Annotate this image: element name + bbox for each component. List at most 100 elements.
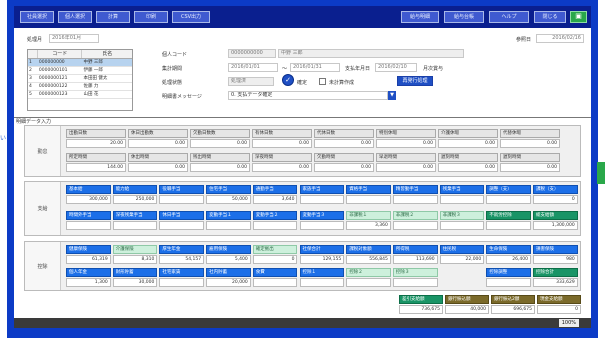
summary-item-value[interactable]: 736,675 xyxy=(399,305,443,314)
payment-item-value[interactable] xyxy=(159,221,205,230)
payment-item-value[interactable]: 0 xyxy=(533,195,578,204)
payment-item-value[interactable] xyxy=(206,221,251,230)
attendance-item-label: 深夜時間 xyxy=(252,153,312,162)
attendance-item-value[interactable]: 0.00 xyxy=(438,139,498,148)
payment-item-value[interactable] xyxy=(439,221,485,230)
payment-item-value[interactable] xyxy=(159,195,205,204)
ref-date-field[interactable]: 2016/02/16 xyxy=(536,34,584,43)
payment-item-value[interactable] xyxy=(252,221,298,230)
deduction-item-value[interactable]: 22,000 xyxy=(439,255,485,264)
deduction-item-value[interactable]: 54,157 xyxy=(159,255,205,264)
payment-item-label: 総支給額 xyxy=(533,211,578,220)
tab-detail-input[interactable]: 明細データ入力 xyxy=(16,118,51,125)
side-panel-tab[interactable] xyxy=(597,162,605,184)
calc-to-field[interactable]: 2016/01/31 xyxy=(290,63,340,72)
toolbar-button-calculate[interactable]: 計算 xyxy=(96,11,130,23)
deduction-item-value[interactable]: 5,400 xyxy=(206,255,251,264)
payment-item-value[interactable] xyxy=(299,221,345,230)
deduction-item-value[interactable]: 61,319 xyxy=(66,255,111,264)
period-select[interactable]: 2016年01月 xyxy=(49,34,99,43)
deduction-item-value[interactable] xyxy=(486,278,531,287)
toolbar-button-help[interactable]: ヘルプ xyxy=(489,11,529,23)
attendance-item-value[interactable]: 0.00 xyxy=(314,139,374,148)
attendance-item-value[interactable]: 0.00 xyxy=(376,139,436,148)
deduction-item-value[interactable] xyxy=(392,278,438,287)
attendance-item-value[interactable]: 0.00 xyxy=(500,139,560,148)
reissue-button[interactable]: 再発行処理 xyxy=(397,76,433,86)
toolbar-button-csv[interactable]: CSV出力 xyxy=(172,11,210,23)
summary-item-value[interactable]: 696,675 xyxy=(491,305,535,314)
payment-item-label: 不就労控除 xyxy=(486,211,531,220)
window-frame: 社員選択 個人選択 計算 印刷 CSV出力 給与明細 給与台帳 ヘルプ 閉じる … xyxy=(7,0,605,338)
deduction-item-value[interactable]: 26,400 xyxy=(486,255,531,264)
payment-item-value[interactable]: 3,640 xyxy=(252,195,298,204)
attendance-item-value[interactable]: 0.00 xyxy=(252,139,312,148)
toolbar-button-select-person[interactable]: 個人選択 xyxy=(58,11,92,23)
toolbar-button-payslip[interactable]: 給与明細 xyxy=(401,11,439,23)
deduction-item-value[interactable]: 20,000 xyxy=(206,278,251,287)
summary-item-value[interactable]: 0 xyxy=(537,305,581,314)
payment-item-value[interactable] xyxy=(112,221,158,230)
payment-item-value[interactable] xyxy=(346,195,391,204)
employee-row[interactable]: 4 0000000122 佐藤 力 xyxy=(28,83,132,91)
attendance-item-value[interactable]: 0.00 xyxy=(190,139,250,148)
deduction-item-value[interactable]: 113,690 xyxy=(392,255,438,264)
employee-row[interactable]: 2 0000000101 伊藤 一郎 xyxy=(28,67,132,75)
unconfirmed-checkbox[interactable] xyxy=(319,78,326,85)
attendance-item-value[interactable]: 0.00 xyxy=(128,163,188,172)
payment-item-value[interactable] xyxy=(486,221,531,230)
payment-item-value[interactable]: 50,000 xyxy=(206,195,251,204)
deduction-item-value[interactable]: 129,155 xyxy=(299,255,345,264)
payment-item-value[interactable] xyxy=(439,195,485,204)
payment-item-value[interactable] xyxy=(392,221,438,230)
employee-row[interactable]: 5 0000000123 山田 花 xyxy=(28,91,132,99)
payment-item-value[interactable]: 1,300,000 xyxy=(533,221,578,230)
calc-from-field[interactable]: 2016/01/01 xyxy=(228,63,278,72)
attendance-item-value[interactable]: 0.00 xyxy=(500,163,560,172)
payment-item-value[interactable] xyxy=(66,221,111,230)
attendance-item-value[interactable]: 0.00 xyxy=(438,163,498,172)
attendance-item-value[interactable]: 0.00 xyxy=(376,163,436,172)
chevron-down-icon[interactable]: ▼ xyxy=(388,91,396,100)
deduction-item-value[interactable]: 1,300 xyxy=(66,278,111,287)
employee-row[interactable]: 3 0000000121 本田田 健太 xyxy=(28,75,132,83)
summary-item-value[interactable]: 40,000 xyxy=(445,305,489,314)
payment-item-value[interactable]: 250,000 xyxy=(112,195,158,204)
zoom-level[interactable]: 100% xyxy=(558,319,579,327)
pay-date-field[interactable]: 2016/02/10 xyxy=(375,63,417,72)
ref-date-label: 参照日 xyxy=(516,37,532,43)
deduction-item-value[interactable]: 8,310 xyxy=(112,255,158,264)
payment-item-value[interactable] xyxy=(392,195,438,204)
employee-cell-name: 本田田 健太 xyxy=(83,76,108,81)
deduction-item-value[interactable] xyxy=(299,278,345,287)
attendance-item-value[interactable]: 0.00 xyxy=(314,163,374,172)
deduction-item-value[interactable]: 556,845 xyxy=(346,255,391,264)
deduction-item-value[interactable]: 30,000 xyxy=(112,278,158,287)
attendance-item-value[interactable]: 0.00 xyxy=(128,139,188,148)
deduction-item-value[interactable] xyxy=(346,278,391,287)
attendance-item-value[interactable]: 0.00 xyxy=(190,163,250,172)
payment-item-label: 非課税２ xyxy=(392,211,438,220)
payment-item-value[interactable]: 300,000 xyxy=(66,195,111,204)
toolbar-button-select-employee[interactable]: 社員選択 xyxy=(20,11,54,23)
deduction-item-value[interactable]: 0 xyxy=(252,255,298,264)
payment-item-label: 役職手当 xyxy=(159,185,205,194)
payment-item-value[interactable] xyxy=(486,195,531,204)
employee-row[interactable]: 1 000000000 中野 三郎 xyxy=(28,59,132,67)
person-code-field[interactable]: 0000000000 xyxy=(228,49,276,58)
attendance-item-value[interactable]: 20.00 xyxy=(66,139,126,148)
payment-item-value[interactable]: 3,360 xyxy=(346,221,391,230)
toolbar-button-print[interactable]: 印刷 xyxy=(134,11,168,23)
deduction-item-value[interactable]: 980 xyxy=(533,255,578,264)
deduction-item-value[interactable] xyxy=(159,278,205,287)
attendance-item-value[interactable]: 0.00 xyxy=(252,163,312,172)
monitor-icon[interactable]: ▣ xyxy=(570,11,587,23)
toolbar-button-close[interactable]: 閉じる xyxy=(534,11,566,23)
toolbar-button-ledger[interactable]: 給与台帳 xyxy=(444,11,484,23)
deduction-item-value[interactable]: 333,629 xyxy=(533,278,578,287)
attendance-item-value[interactable]: 144.00 xyxy=(66,163,126,172)
confirm-check-icon[interactable]: ✓ xyxy=(282,74,294,86)
deduction-item-value[interactable] xyxy=(252,278,298,287)
payment-item-value[interactable] xyxy=(299,195,345,204)
message-select[interactable]: 0. 支払データ確定 xyxy=(228,91,388,100)
